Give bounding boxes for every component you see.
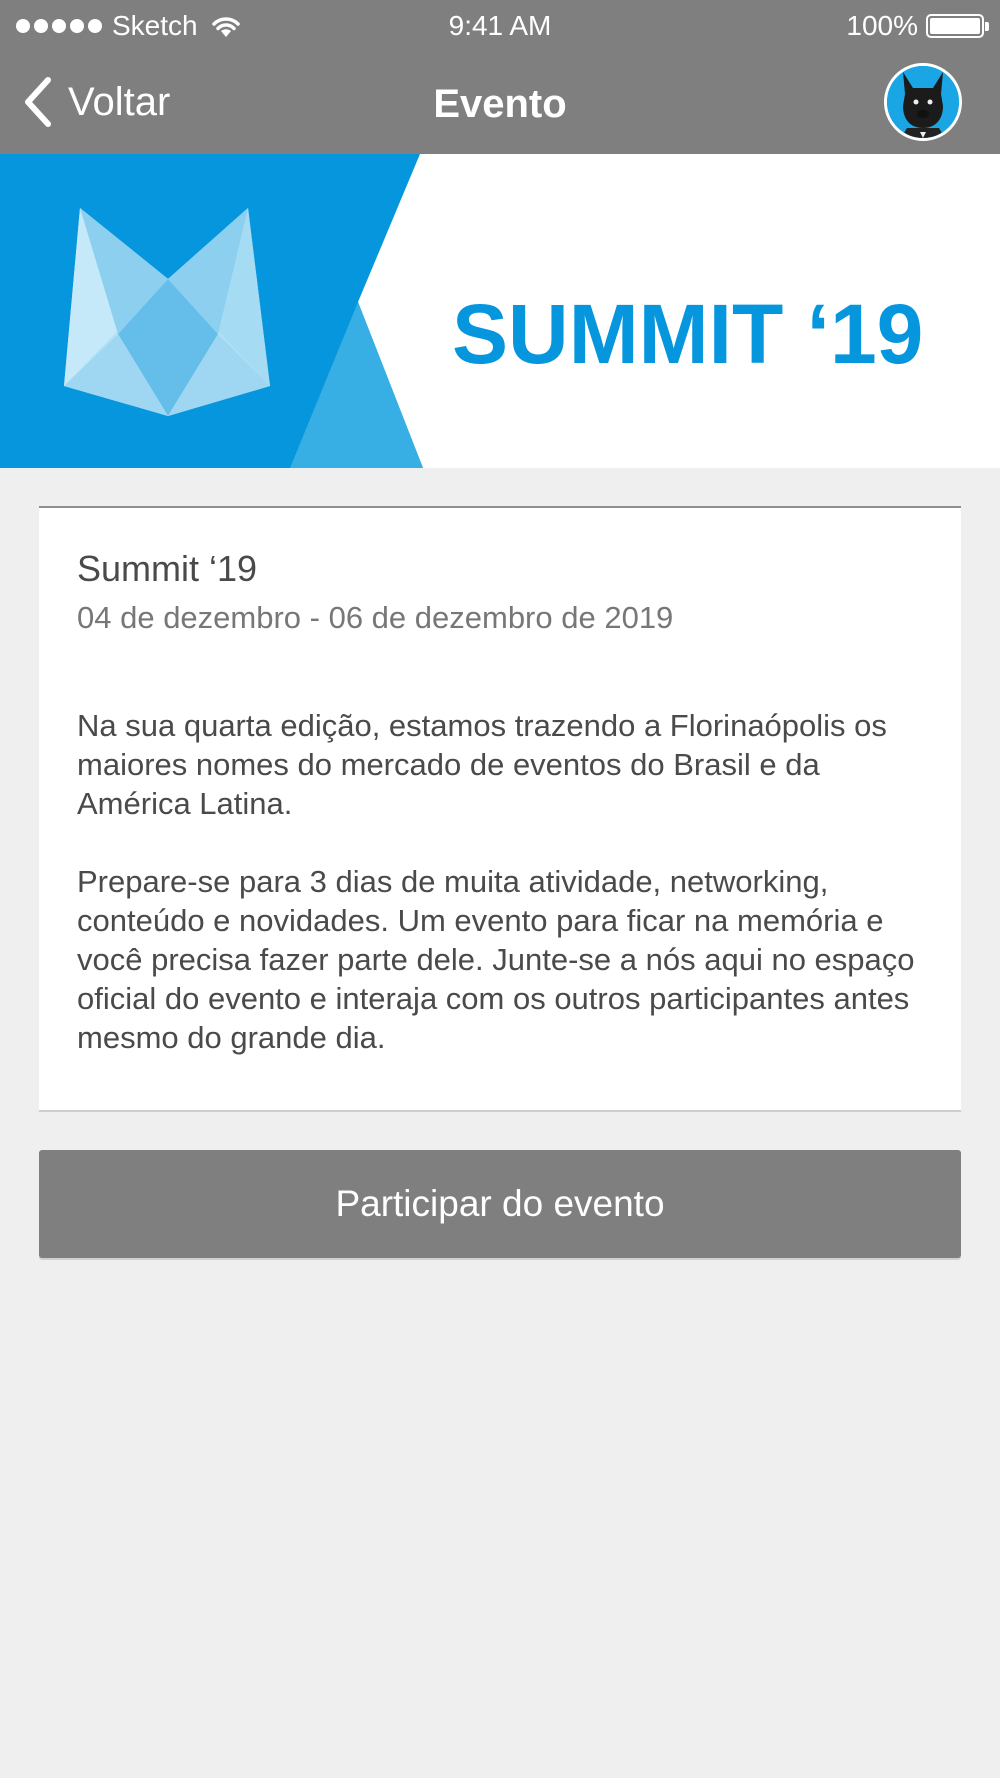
navigation-bar: Voltar Evento [0, 54, 1000, 154]
event-name: Summit ‘19 [77, 548, 258, 589]
french-bulldog-avatar-icon [887, 66, 959, 138]
battery-percent: 100% [846, 10, 918, 41]
battery-icon [926, 14, 989, 38]
description-paragraph: Prepare-se para 3 dias de muita atividad… [77, 864, 915, 1055]
event-dates: 04 de dezembro - 06 de dezembro de 2019 [77, 600, 674, 635]
banner-title: SUMMIT ‘19 [452, 287, 924, 381]
event-card: Summit ‘19 04 de dezembro - 06 de dezemb… [39, 506, 961, 1112]
top-bar: Sketch 9:41 AM 100% Voltar Evento [0, 0, 1000, 154]
avatar[interactable] [884, 63, 962, 141]
status-bar: Sketch 9:41 AM 100% [0, 0, 1000, 54]
join-event-button[interactable]: Participar do evento [39, 1150, 961, 1258]
event-banner: SUMMIT ‘19 [0, 154, 1000, 468]
description-paragraph: Na sua quarta edição, estamos trazendo a… [77, 708, 887, 821]
event-description: Na sua quarta edição, estamos trazendo a… [77, 706, 937, 1057]
page-title: Evento [433, 82, 567, 126]
